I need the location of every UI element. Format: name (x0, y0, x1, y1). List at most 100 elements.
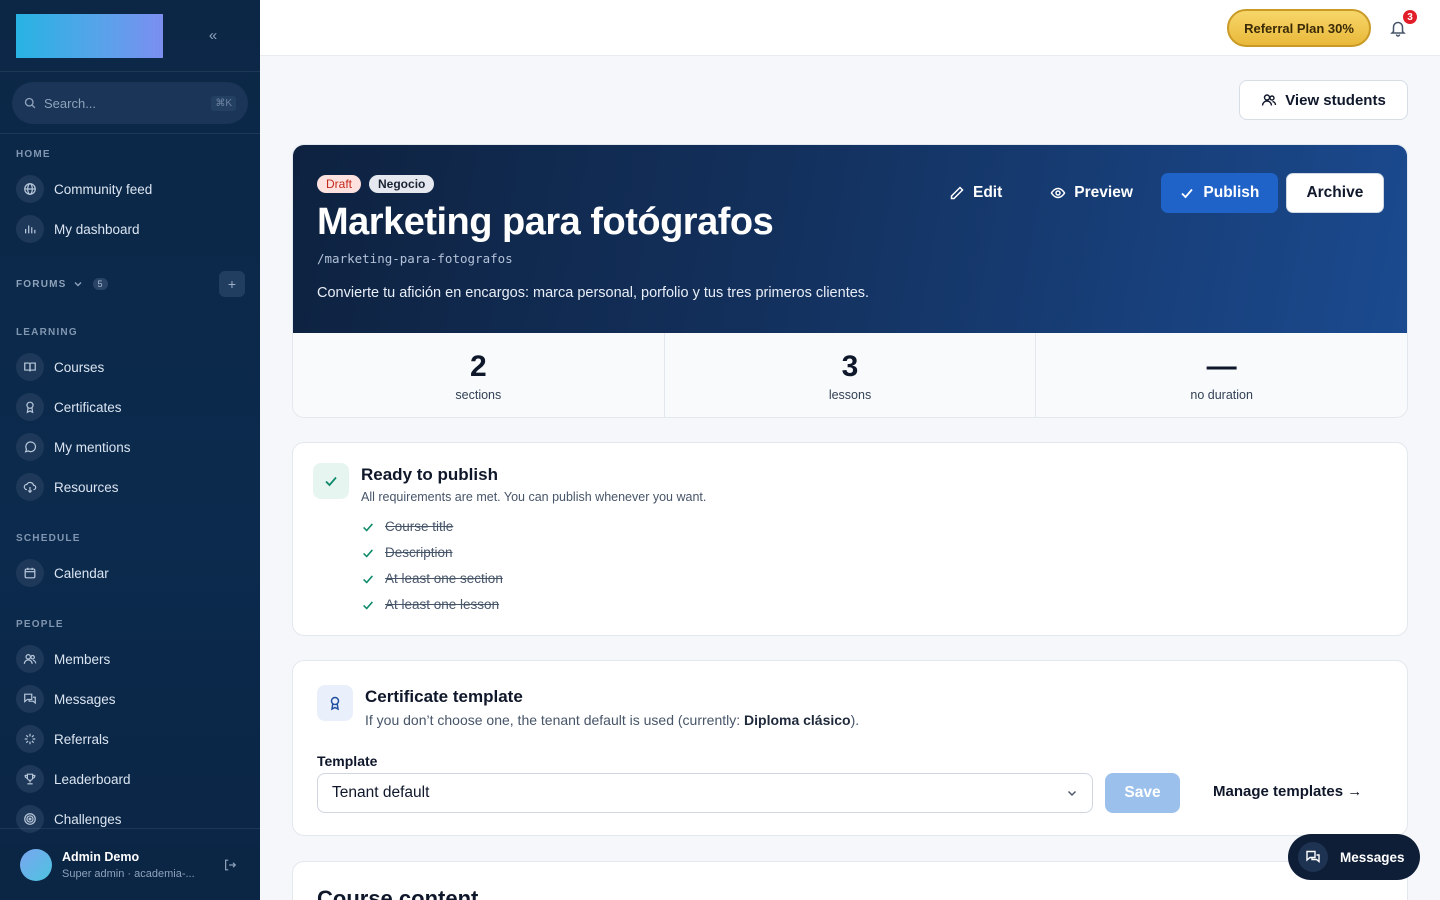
user-role: Super admin · academia-... (62, 867, 195, 880)
stat-duration: — no duration (1036, 333, 1407, 417)
users-icon (16, 645, 44, 673)
collapse-sidebar-icon[interactable]: « (205, 27, 221, 44)
archive-label: Archive (1306, 184, 1364, 201)
page-title: Marketing para fotógrafos (317, 201, 774, 243)
avatar (20, 848, 52, 881)
add-forum-button[interactable]: + (219, 271, 245, 297)
stat-label: sections (455, 388, 502, 402)
logout-icon[interactable] (223, 858, 237, 872)
sidebar-item-label: Courses (54, 359, 105, 375)
section-label-learning: LEARNING (16, 327, 78, 338)
sidebar-item-certificates[interactable]: Certificates (16, 393, 122, 421)
course-badges: Draft Negocio (317, 175, 435, 193)
trophy-icon (16, 765, 44, 793)
certificate-subtitle-prefix: If you don’t choose one, the tenant defa… (365, 712, 745, 728)
manage-templates-link[interactable]: Manage templates → (1213, 783, 1362, 800)
course-content-card: Course content (292, 861, 1408, 900)
user-profile[interactable]: Admin Demo Super admin · academia-... (0, 828, 260, 900)
forums-count-badge: 5 (92, 278, 108, 290)
forums-section-toggle[interactable]: FORUMS 5 (16, 278, 108, 290)
chat-bubble-icon (16, 433, 44, 461)
sidebar-item-label: Referrals (54, 731, 109, 747)
current-default-template: Diploma clásico (744, 712, 851, 728)
check-icon (363, 548, 373, 558)
globe-icon (16, 175, 44, 203)
course-header-card: Draft Negocio Marketing para fotógrafos … (292, 144, 1408, 418)
users-icon (1262, 94, 1277, 106)
eye-icon (1050, 187, 1066, 199)
sidebar-item-messages[interactable]: Messages (16, 685, 116, 713)
requirement-item: Description (361, 545, 453, 560)
section-label-schedule: SCHEDULE (16, 533, 81, 544)
status-badge: Draft (317, 175, 362, 193)
stat-label: no duration (1190, 388, 1253, 402)
award-icon (16, 393, 44, 421)
section-label-forums: FORUMS (16, 278, 67, 290)
sidebar-item-label: Resources (54, 479, 119, 495)
brand-logo[interactable] (16, 13, 163, 58)
notifications-badge: 3 (1401, 8, 1419, 26)
sidebar-item-my-dashboard[interactable]: My dashboard (16, 215, 140, 243)
sidebar-item-label: Leaderboard (54, 771, 131, 787)
sidebar-item-label: Messages (54, 691, 116, 707)
view-students-label: View students (1285, 91, 1386, 109)
view-students-button[interactable]: View students (1239, 80, 1408, 120)
save-button[interactable]: Save (1105, 773, 1180, 813)
sidebar-item-label: Calendar (54, 565, 109, 581)
edit-button[interactable]: Edit (949, 184, 1002, 202)
user-name: Admin Demo (62, 849, 140, 864)
section-label-home: HOME (16, 149, 51, 160)
messages-fab-label: Messages (1340, 849, 1405, 865)
messages-floating-button[interactable]: Messages (1288, 834, 1420, 880)
requirement-label: Course title (385, 519, 454, 534)
stat-value: 2 (469, 350, 487, 383)
sidebar-item-calendar[interactable]: Calendar (16, 559, 109, 587)
requirement-label: At least one lesson (385, 597, 500, 612)
stat-value: — (1206, 350, 1237, 383)
search-placeholder: Search... (44, 95, 97, 111)
course-hero: Draft Negocio Marketing para fotógrafos … (293, 145, 1407, 333)
publish-button[interactable]: Publish (1160, 173, 1278, 213)
sparkle-icon (16, 725, 44, 753)
certificate-title: Certificate template (365, 687, 523, 706)
course-content-title: Course content (317, 886, 479, 900)
category-badge: Negocio (369, 175, 435, 193)
check-icon (363, 600, 373, 610)
template-select[interactable]: Tenant default (317, 773, 1093, 813)
section-label-people: PEOPLE (16, 619, 64, 630)
sidebar-item-community-feed[interactable]: Community feed (16, 175, 152, 203)
divider (0, 133, 260, 134)
requirement-label: Description (385, 545, 453, 560)
sidebar-item-members[interactable]: Members (16, 645, 110, 673)
readiness-title: Ready to publish (361, 465, 498, 484)
referral-plan-button[interactable]: Referral Plan 30% (1227, 9, 1371, 47)
search-input[interactable]: Search... ⌘K (12, 82, 248, 124)
course-stats: 2 sections 3 lessons — no duration (293, 333, 1407, 417)
requirement-item: At least one lesson (361, 597, 499, 612)
sidebar-item-label: Certificates (54, 399, 122, 415)
sidebar-item-leaderboard[interactable]: Leaderboard (16, 765, 131, 793)
sidebar-item-referrals[interactable]: Referrals (16, 725, 109, 753)
archive-button[interactable]: Archive (1285, 173, 1384, 213)
publish-label: Publish (1203, 184, 1260, 201)
sidebar-item-resources[interactable]: Resources (16, 473, 119, 501)
search-shortcut: ⌘K (211, 95, 236, 111)
certificate-template-card: Certificate template If you don’t choose… (292, 660, 1408, 836)
publish-readiness-card: Ready to publish All requirements are me… (292, 442, 1408, 636)
preview-button[interactable]: Preview (1050, 184, 1133, 202)
readiness-subtitle: All requirements are met. You can publis… (361, 490, 707, 504)
requirement-item: At least one section (361, 571, 503, 586)
sidebar-item-courses[interactable]: Courses (16, 353, 104, 381)
edit-label: Edit (973, 184, 1003, 201)
requirement-label: At least one section (385, 571, 503, 586)
stat-sections: 2 sections (293, 333, 665, 417)
template-field-label: Template (317, 753, 378, 769)
messages-icon (1298, 842, 1328, 872)
check-icon (1181, 188, 1194, 199)
check-icon (313, 463, 349, 499)
sidebar-item-my-mentions[interactable]: My mentions (16, 433, 131, 461)
sidebar: « Search... ⌘K HOME Community feed My da… (0, 0, 260, 900)
sidebar-item-label: Challenges (54, 811, 122, 827)
messages-icon (16, 685, 44, 713)
topbar: Referral Plan 30% 3 (260, 0, 1440, 56)
